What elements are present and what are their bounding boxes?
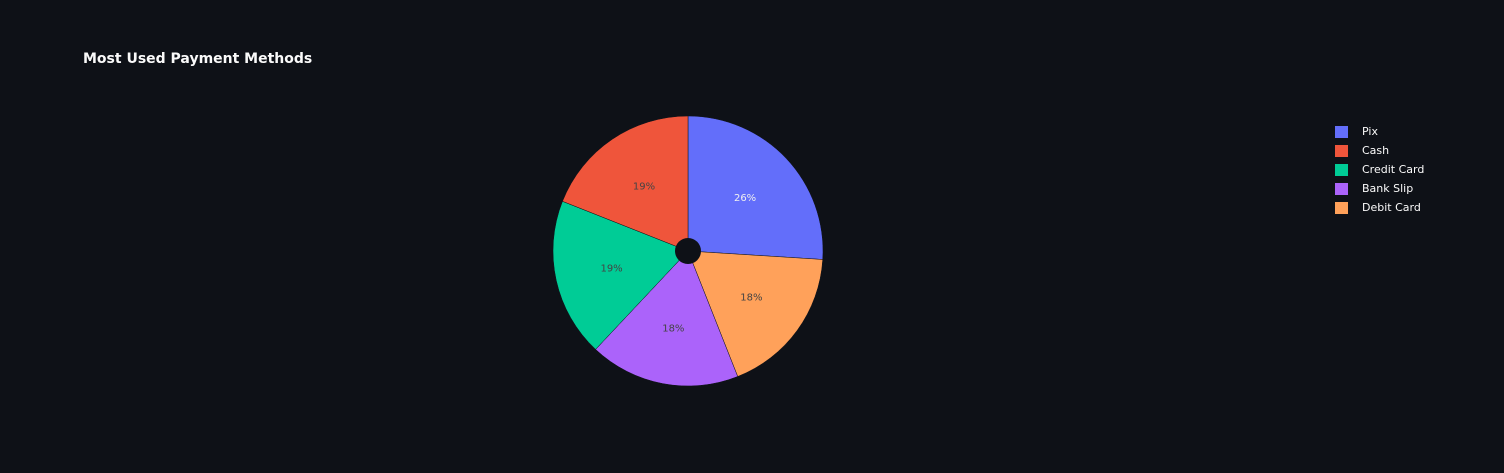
pie-slice-pix[interactable] xyxy=(687,115,824,260)
slice-label-debit-card: 18% xyxy=(740,293,762,304)
pie-chart: Most Used Payment Methods 26% 18% 18% 19% 19… xyxy=(0,0,1504,473)
legend-label: Credit Card xyxy=(1362,163,1425,176)
slice-label-bank-slip: 18% xyxy=(662,323,684,334)
pie-plot: 26% 18% 18% 19% 19% xyxy=(552,115,824,387)
legend-item-credit-card[interactable]: Credit Card xyxy=(1335,160,1424,179)
slice-label-cash: 19% xyxy=(633,182,655,193)
legend-swatch xyxy=(1335,144,1348,157)
legend-swatch xyxy=(1335,182,1348,195)
legend-item-pix[interactable]: Pix xyxy=(1335,122,1424,141)
legend-label: Cash xyxy=(1362,144,1390,157)
slice-label-credit-card: 19% xyxy=(600,264,622,275)
legend-item-debit-card[interactable]: Debit Card xyxy=(1335,198,1424,217)
slice-label-pix: 26% xyxy=(734,193,756,204)
legend-swatch xyxy=(1335,201,1348,214)
legend-swatch xyxy=(1335,163,1348,176)
legend: Pix Cash Credit Card Bank Slip Debit Card xyxy=(1335,122,1424,217)
legend-label: Bank Slip xyxy=(1362,182,1414,195)
legend-label: Pix xyxy=(1362,125,1378,138)
legend-label: Debit Card xyxy=(1362,201,1421,214)
legend-item-bank-slip[interactable]: Bank Slip xyxy=(1335,179,1424,198)
legend-item-cash[interactable]: Cash xyxy=(1335,141,1424,160)
legend-swatch xyxy=(1335,125,1348,138)
pie-hole xyxy=(675,238,701,264)
